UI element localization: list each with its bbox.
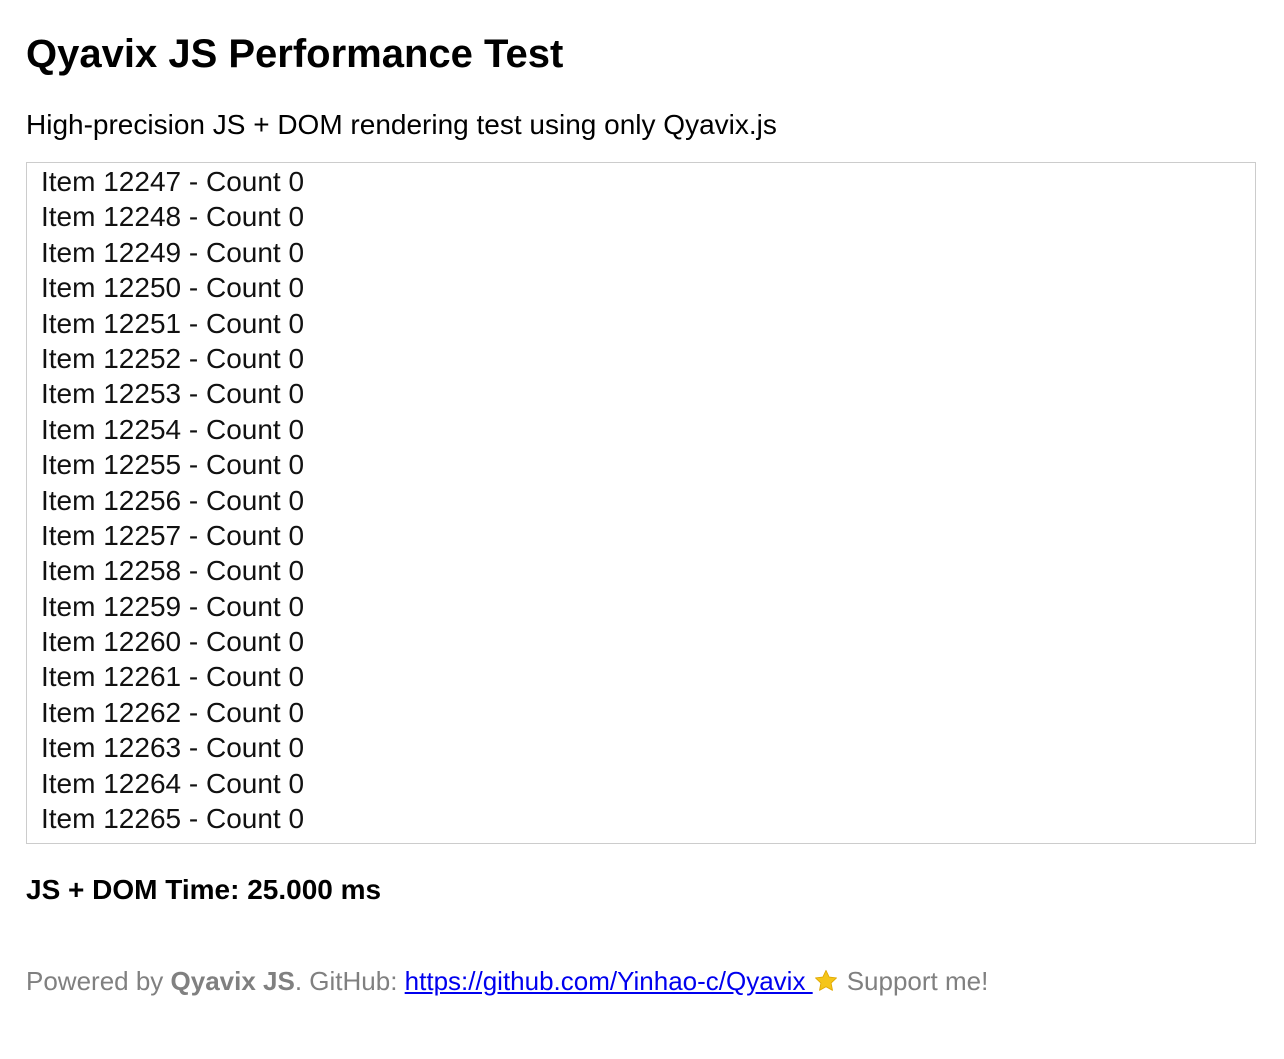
list-item: Item 12250 - Count 0: [41, 272, 305, 304]
list-item: Item 12255 - Count 0: [41, 449, 305, 481]
list-item: Item 12254 - Count 0: [41, 413, 305, 445]
item-list-content: Item 12247 - Count 0 Item 12248 - Count 0…: [41, 164, 305, 843]
page: Qyavix JS Performance Test High-precisio…: [0, 0, 1284, 1059]
list-item: Item 12259 - Count 0: [41, 590, 305, 622]
list-item: Item 12261 - Count 0: [41, 661, 305, 693]
list-item: Item 12253 - Count 0: [41, 378, 305, 410]
footer-github-prefix: . GitHub:: [294, 966, 405, 996]
list-item: Item 12252 - Count 0: [41, 342, 305, 374]
list-item: Item 12248 - Count 0: [41, 201, 305, 233]
list-item: Item 12251 - Count 0: [41, 307, 305, 339]
list-item: Item 12260 - Count 0: [41, 626, 305, 658]
list-item: Item 12266 - Count 0: [41, 836, 304, 843]
footer-brand: Qyavix JS: [170, 966, 295, 996]
page-subtitle: High-precision JS + DOM rendering test u…: [26, 109, 777, 140]
footer-powered-prefix: Powered by: [26, 966, 171, 996]
timing-result: JS + DOM Time: 25.000 ms: [26, 874, 382, 905]
support-text: Support me!: [846, 966, 989, 996]
footer: Powered by Qyavix JS. GitHub: https://gi…: [26, 964, 988, 998]
page-title: Qyavix JS Performance Test: [26, 32, 564, 76]
list-item: Item 12265 - Count 0: [41, 803, 305, 835]
list-item: Item 12258 - Count 0: [41, 555, 305, 587]
list-item: Item 12256 - Count 0: [41, 484, 305, 516]
list-item: Item 12263 - Count 0: [41, 732, 305, 764]
github-link[interactable]: https://github.com/Yinhao-c/Qyavix: [405, 966, 813, 996]
list-item: Item 12247 - Count 0: [41, 166, 305, 197]
star-icon: [813, 968, 839, 994]
item-list[interactable]: Item 12247 - Count 0 Item 12248 - Count 0…: [26, 162, 1256, 844]
list-item: Item 12257 - Count 0: [41, 519, 305, 551]
list-item: Item 12262 - Count 0: [41, 696, 305, 728]
list-item: Item 12264 - Count 0: [41, 767, 305, 799]
list-item: Item 12249 - Count 0: [41, 236, 305, 268]
